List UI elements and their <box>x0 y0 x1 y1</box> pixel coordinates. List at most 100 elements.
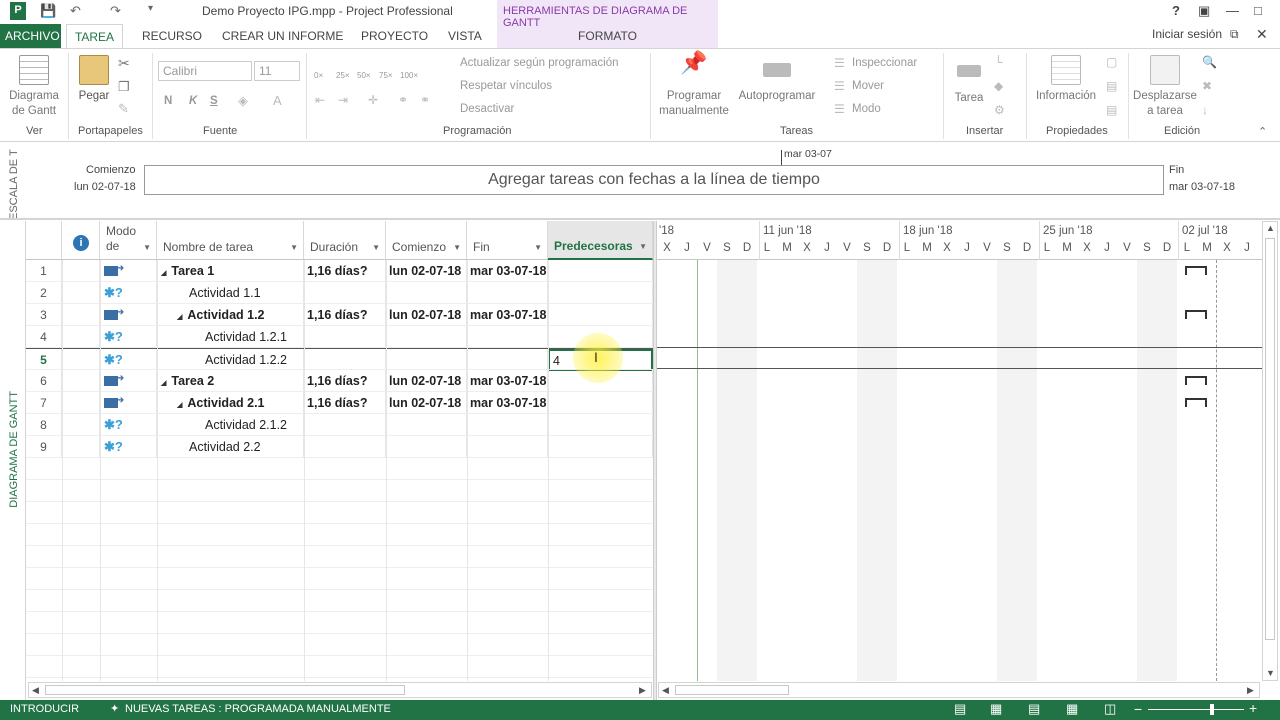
task-name-cell[interactable]: ◢ Actividad 2.1 <box>157 392 304 414</box>
milestone-icon[interactable]: ◆ <box>994 79 1003 93</box>
undo-icon[interactable]: ↶ <box>70 3 81 19</box>
finish-cell[interactable] <box>467 326 548 348</box>
timeline-bar[interactable]: Agregar tareas con fechas a la línea de … <box>144 165 1164 195</box>
table-row[interactable]: 5 ✱? Actividad 1.2.2 4 <box>26 348 653 371</box>
duration-cell[interactable]: 1,16 días? <box>304 370 386 392</box>
split-icon[interactable]: ✛ <box>368 93 378 107</box>
notes-icon[interactable]: ▢ <box>1106 55 1117 69</box>
scroll-right-icon[interactable]: ▶ <box>639 685 646 696</box>
start-cell[interactable]: lun 02-07-18 <box>386 370 467 392</box>
clear-icon[interactable]: ✖ <box>1202 79 1212 93</box>
collapse-triangle-icon[interactable]: ◢ <box>161 270 166 277</box>
scroll-thumb[interactable] <box>1265 238 1275 640</box>
auto-schedule-button[interactable]: Autoprogramar <box>732 55 822 104</box>
scroll-right-icon[interactable]: ▶ <box>1247 685 1254 696</box>
start-cell[interactable]: lun 02-07-18 <box>386 392 467 414</box>
task-mode-cell[interactable]: ✱? <box>100 414 157 436</box>
duration-cell[interactable] <box>304 282 386 304</box>
table-row[interactable]: 8 ✱? Actividad 2.1.2 <box>26 414 653 436</box>
zoom-slider-thumb[interactable] <box>1210 704 1214 715</box>
predecessors-cell[interactable] <box>548 304 653 326</box>
sign-in-link[interactable]: Iniciar sesión <box>1152 27 1222 41</box>
insert-task-button[interactable]: Tarea <box>950 55 988 106</box>
update-schedule-button[interactable]: Actualizar según programación <box>460 57 619 69</box>
chart-scroll-thumb[interactable] <box>675 685 789 695</box>
predecessors-cell[interactable] <box>548 414 653 436</box>
predecessors-cell[interactable] <box>548 392 653 414</box>
table-row[interactable]: 9 ✱? Actividad 2.2 <box>26 436 653 458</box>
new-tasks-status[interactable]: NUEVAS TAREAS : PROGRAMADA MANUALMENTE <box>125 703 391 715</box>
move-button[interactable]: Mover <box>852 80 884 92</box>
ribbon-display-icon[interactable]: ▣ <box>1198 3 1210 19</box>
underline-button[interactable]: S <box>210 95 218 107</box>
grid-scroll-thumb[interactable] <box>45 685 405 695</box>
table-row[interactable]: 4 ✱? Actividad 1.2.1 <box>26 326 653 348</box>
start-cell[interactable]: lun 02-07-18 <box>386 304 467 326</box>
row-number[interactable]: 8 <box>26 414 62 436</box>
task-name-cell[interactable]: ◢ Tarea 1 <box>157 260 304 282</box>
row-number[interactable]: 1 <box>26 260 62 282</box>
finish-cell[interactable] <box>467 349 548 371</box>
chevron-down-icon[interactable]: ▼ <box>639 242 647 251</box>
grid-horizontal-scrollbar[interactable]: ◀ ▶ <box>28 682 652 698</box>
italic-button[interactable]: K <box>189 95 197 107</box>
vertical-scrollbar[interactable]: ▲ ▼ <box>1262 221 1278 681</box>
chevron-down-icon[interactable]: ▼ <box>534 243 542 252</box>
col-header-predecessors[interactable]: Predecesoras ▼ <box>548 221 653 260</box>
deliverable-icon[interactable]: ⚙ <box>994 103 1005 117</box>
gantt-view-icon[interactable]: ▤ <box>954 701 966 717</box>
task-name-cell[interactable]: ◢ Actividad 1.2 <box>157 304 304 326</box>
finish-cell[interactable]: mar 03-07-18 <box>467 304 548 326</box>
duration-cell[interactable]: 1,16 días? <box>304 304 386 326</box>
information-button[interactable]: Información <box>1032 55 1100 104</box>
percent-25-button[interactable]: 25× <box>336 71 350 80</box>
finish-cell[interactable]: mar 03-07-18 <box>467 260 548 282</box>
table-row[interactable]: 7 ➜ ◢ Actividad 2.1 1,16 días? lun 02-07-18 ma… <box>26 392 653 414</box>
task-name-cell[interactable]: ◢ Tarea 2 <box>157 370 304 392</box>
task-mode-cell[interactable]: ➜ <box>100 304 157 326</box>
mode-button[interactable]: Modo <box>852 103 881 115</box>
bold-button[interactable]: N <box>164 95 172 107</box>
close-icon[interactable]: ✕ <box>1256 26 1268 43</box>
find-icon[interactable]: 🔍 <box>1202 55 1217 69</box>
col-header-start[interactable]: Comienzo ▼ <box>386 221 467 260</box>
collapse-triangle-icon[interactable]: ◢ <box>177 314 182 321</box>
font-color-icon[interactable]: A <box>273 93 282 108</box>
minimize-button[interactable]: — <box>1226 3 1239 18</box>
finish-cell[interactable] <box>467 282 548 304</box>
task-usage-icon[interactable]: ▦ <box>990 701 1002 717</box>
respect-links-button[interactable]: Respetar vínculos <box>460 80 552 92</box>
summary-icon[interactable]: └ <box>994 55 1003 69</box>
row-number[interactable]: 6 <box>26 370 62 392</box>
customize-quick-access-icon[interactable]: ▾ <box>148 3 153 14</box>
zoom-slider-track[interactable] <box>1148 709 1244 710</box>
redo-icon[interactable]: ↷ <box>110 3 121 19</box>
summary-bar-6[interactable] <box>1185 376 1207 385</box>
collapse-triangle-icon[interactable]: ◢ <box>177 402 182 409</box>
col-header-end[interactable]: Fin ▼ <box>467 221 548 260</box>
table-row[interactable]: 6 ➜ ◢ Tarea 2 1,16 días? lun 02-07-18 mar 03-0… <box>26 370 653 392</box>
collapse-triangle-icon[interactable]: ◢ <box>161 380 166 387</box>
finish-cell[interactable]: mar 03-07-18 <box>467 392 548 414</box>
task-name-cell[interactable]: Actividad 2.2 <box>157 436 304 458</box>
gantt-chart-area[interactable]: '18 11 jun '18 18 jun '18 25 jun '18 02 jul … <box>657 221 1262 681</box>
fill-color-icon[interactable]: ◈ <box>238 93 248 109</box>
indent-icon[interactable]: ⇥ <box>338 93 348 107</box>
scroll-up-icon[interactable]: ▲ <box>1266 223 1275 233</box>
row-number[interactable]: 4 <box>26 326 62 348</box>
scroll-down-icon[interactable]: ▼ <box>1266 668 1275 678</box>
finish-cell[interactable] <box>467 436 548 458</box>
details-icon[interactable]: ▤ <box>1106 79 1117 93</box>
col-header-rownum[interactable] <box>26 221 62 260</box>
task-name-cell[interactable]: Actividad 1.2.1 <box>157 326 304 348</box>
team-planner-icon[interactable]: ▤ <box>1028 701 1040 717</box>
report-icon[interactable]: ◫ <box>1104 701 1116 717</box>
tab-archivo[interactable]: ARCHIVO <box>0 24 61 48</box>
save-icon[interactable]: 💾 <box>40 3 56 19</box>
predecessors-cell[interactable] <box>548 282 653 304</box>
col-header-mode[interactable]: Modo de ▼ <box>100 221 157 260</box>
font-combo[interactable]: Calibri <box>158 61 252 81</box>
chevron-down-icon[interactable]: ▼ <box>453 243 461 252</box>
resource-sheet-icon[interactable]: ▦ <box>1066 701 1078 717</box>
predecessors-cell[interactable] <box>548 260 653 282</box>
